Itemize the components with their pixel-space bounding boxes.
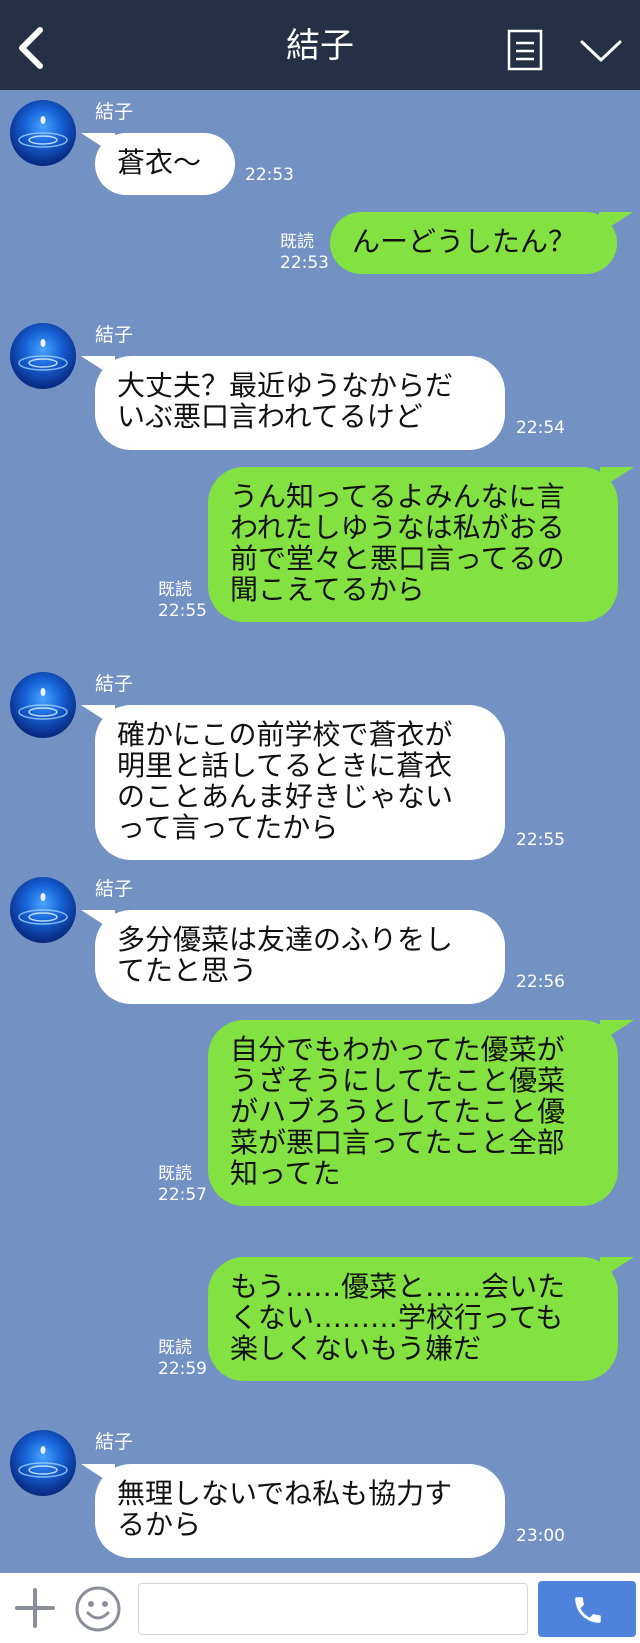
read-receipt: 既読: [158, 580, 192, 600]
water-drop-icon: [18, 1446, 68, 1478]
menu-button[interactable]: [578, 36, 624, 66]
avatar[interactable]: [10, 100, 76, 166]
sender-name: 結子: [95, 101, 134, 123]
message-bubble-outgoing[interactable]: んーどうしたん？: [330, 212, 633, 274]
message-bubble-incoming[interactable]: 確かにこの前学校で蒼衣が 明里と話してるときに蒼衣 のことあんま好きじゃない っ…: [81, 705, 505, 860]
water-drop-icon: [18, 893, 68, 925]
message-time: 22:53: [280, 253, 329, 273]
avatar[interactable]: [10, 1430, 76, 1496]
message-bubble-outgoing[interactable]: もう……優菜と……会いた くない………学校行っても 楽しくないもう嫌だ: [208, 1257, 634, 1381]
smiley-icon: [75, 1586, 121, 1632]
document-icon: [507, 29, 543, 71]
water-drop-icon: [18, 688, 68, 720]
emoji-button[interactable]: [74, 1585, 122, 1633]
sender-name: 結子: [95, 878, 134, 900]
message-time: 22:53: [245, 165, 294, 185]
avatar[interactable]: [10, 877, 76, 943]
message-time: 22:54: [516, 418, 565, 438]
add-button[interactable]: [14, 1587, 56, 1629]
avatar[interactable]: [10, 672, 76, 738]
avatar[interactable]: [10, 323, 76, 389]
message-meta: 既読 22:59: [158, 1338, 207, 1380]
message-bubble-incoming[interactable]: 多分優菜は友達のふりをし てたと思う: [81, 910, 505, 1004]
read-receipt: 既読: [158, 1164, 192, 1184]
input-bar: [0, 1573, 640, 1643]
message-time: 22:56: [516, 972, 565, 992]
message-bubble-incoming[interactable]: 大丈夫？最近ゆうなからだ いぶ悪口言われてるけど: [81, 356, 505, 450]
read-receipt: 既読: [280, 232, 314, 252]
chevron-down-icon: [580, 40, 622, 62]
sender-name: 結子: [95, 673, 134, 695]
message-bubble-incoming[interactable]: 蒼衣〜: [81, 133, 235, 195]
chat-header: 結子: [0, 0, 640, 90]
message-time: 23:00: [516, 1526, 565, 1546]
message-time: 22:59: [158, 1359, 207, 1379]
water-drop-icon: [18, 116, 68, 148]
call-button[interactable]: [538, 1581, 636, 1637]
message-meta: 既読 22:57: [158, 1164, 207, 1206]
message-time: 22:55: [516, 830, 565, 850]
message-meta: 既読 22:53: [280, 232, 329, 274]
water-drop-icon: [18, 339, 68, 371]
message-time: 22:57: [158, 1185, 207, 1205]
read-receipt: 既読: [158, 1338, 192, 1358]
message-bubble-outgoing[interactable]: うん知ってるよみんなに言 われたしゆうなは私がおる 前で堂々と悪口言ってるの 聞…: [208, 467, 634, 622]
plus-icon: [15, 1588, 55, 1628]
message-time: 22:55: [158, 601, 207, 621]
message-input[interactable]: [138, 1583, 528, 1635]
notes-button[interactable]: [506, 28, 546, 74]
sender-name: 結子: [95, 324, 134, 346]
sender-name: 結子: [95, 1431, 134, 1453]
message-bubble-incoming[interactable]: 無理しないでね私も協力す るから: [81, 1464, 505, 1558]
message-meta: 既読 22:55: [158, 580, 207, 622]
phone-icon: [575, 1597, 601, 1623]
message-bubble-outgoing[interactable]: 自分でもわかってた優菜が うざそうにしてたこと優菜 がハブろうとしてたこと優 菜…: [208, 1020, 634, 1206]
